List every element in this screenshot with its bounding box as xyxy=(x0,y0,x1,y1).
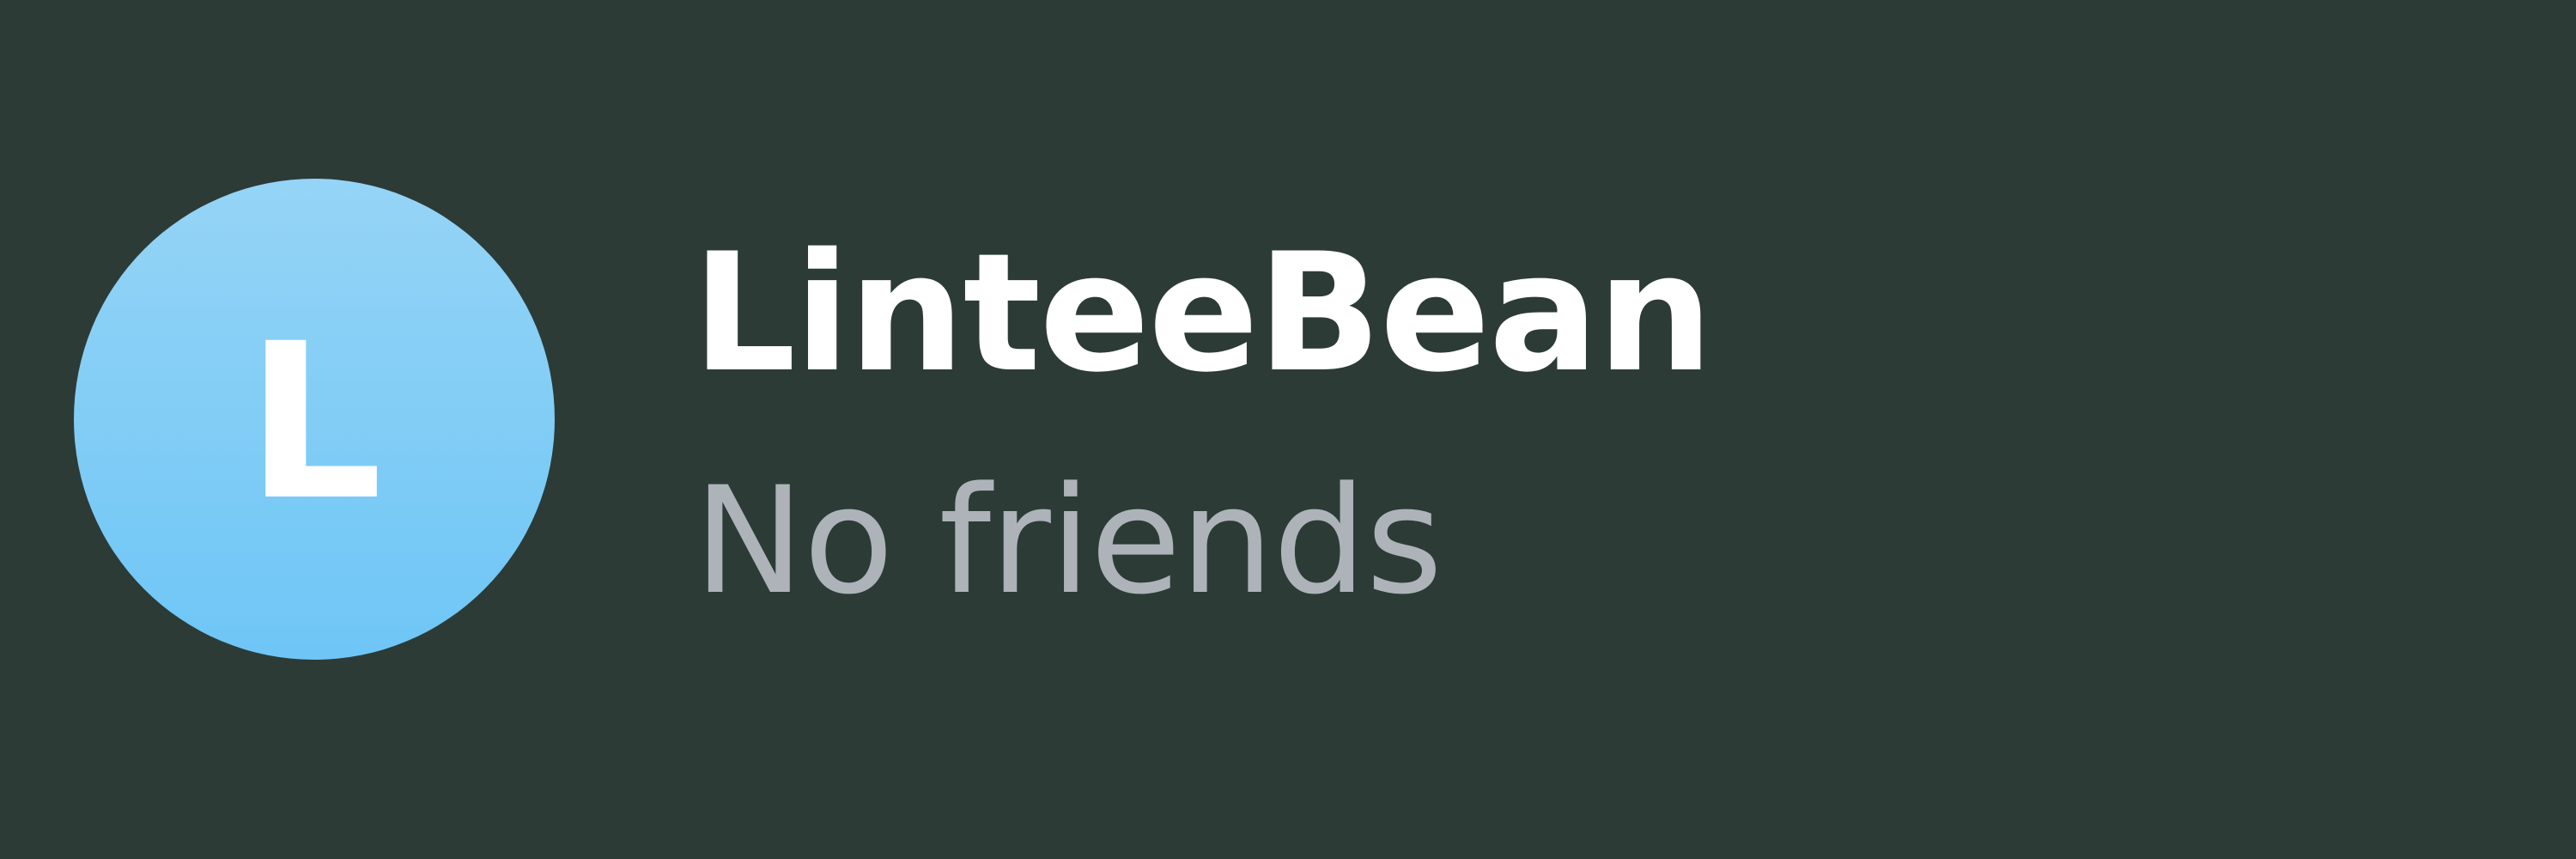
avatar[interactable]: L xyxy=(74,179,555,660)
letter-avatar-icon: L xyxy=(246,297,383,547)
username: LinteeBean xyxy=(692,218,1713,408)
friend-status: No friends xyxy=(694,454,1443,627)
profile-screen: L LinteeBean No friends xyxy=(0,0,2576,859)
profile-row[interactable]: L LinteeBean No friends xyxy=(0,0,2576,859)
